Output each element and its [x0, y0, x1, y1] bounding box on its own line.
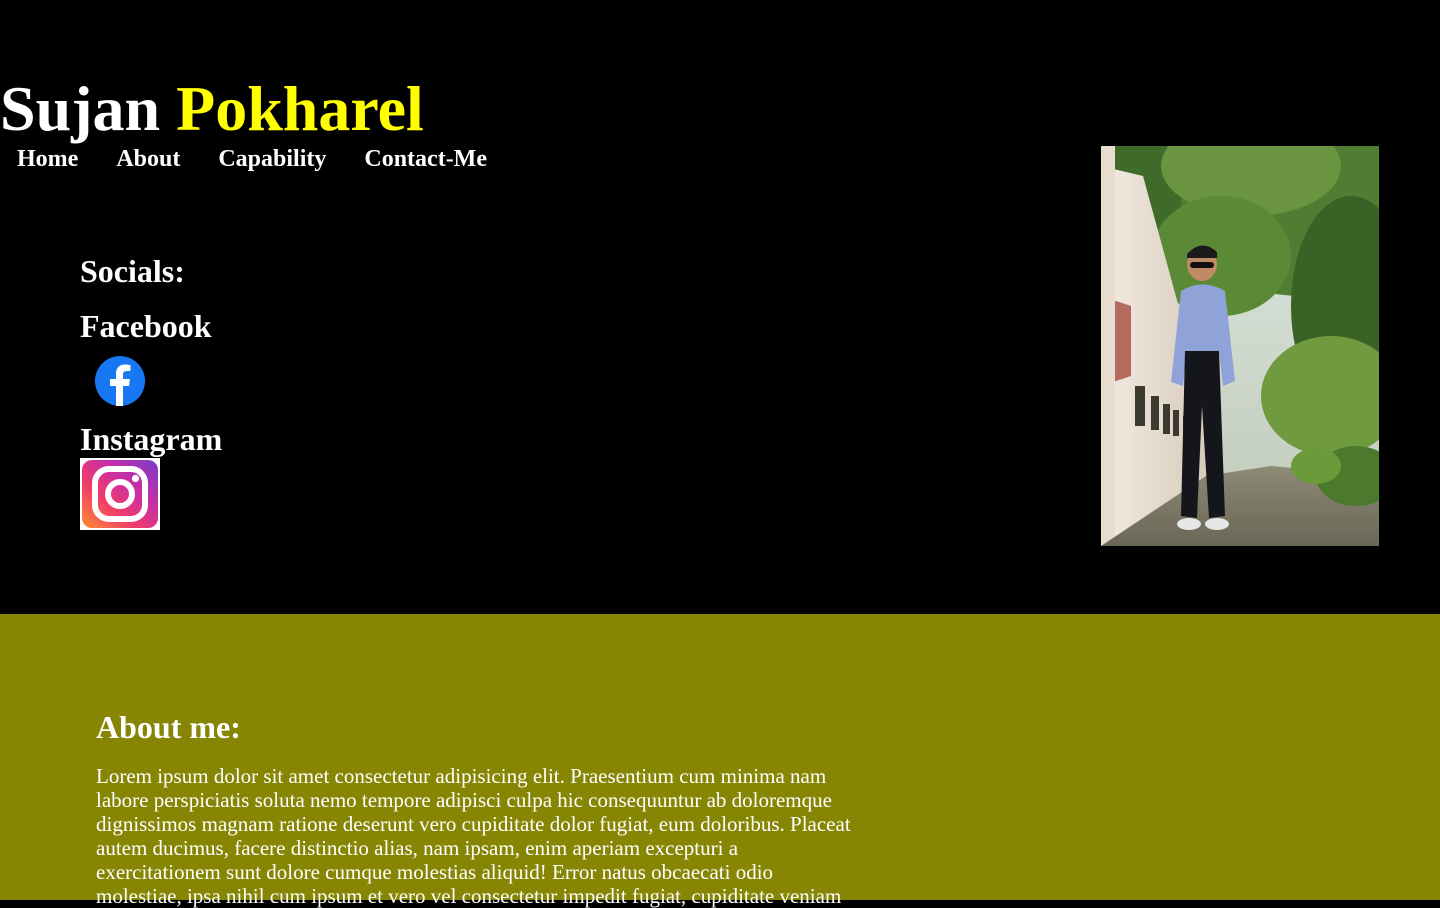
facebook-icon[interactable]: [91, 355, 149, 407]
about-section: About me: Lorem ipsum dolor sit amet con…: [0, 614, 1440, 908]
about-body: Lorem ipsum dolor sit amet consectetur a…: [96, 764, 851, 908]
nav-about[interactable]: About: [116, 145, 180, 173]
nav-home[interactable]: Home: [17, 145, 78, 173]
instagram-heading: Instagram: [80, 421, 223, 457]
instagram-icon[interactable]: [80, 458, 160, 530]
about-heading: About me:: [96, 709, 241, 745]
last-name: Pokharel: [176, 73, 424, 144]
nav-contact-me[interactable]: Contact-Me: [364, 145, 487, 173]
profile-photo: [1101, 146, 1379, 546]
facebook-heading: Facebook: [80, 308, 212, 344]
nav-capability[interactable]: Capability: [218, 145, 326, 173]
hero-section: Sujan Pokharel Home About Capability Con…: [0, 0, 1440, 614]
socials-section: Socials: Facebook Instagram: [80, 252, 222, 530]
site-title: Sujan Pokharel: [0, 72, 424, 146]
main-nav: Home About Capability Contact-Me: [17, 145, 525, 173]
socials-heading: Socials:: [80, 253, 185, 289]
first-name: Sujan: [0, 73, 161, 144]
